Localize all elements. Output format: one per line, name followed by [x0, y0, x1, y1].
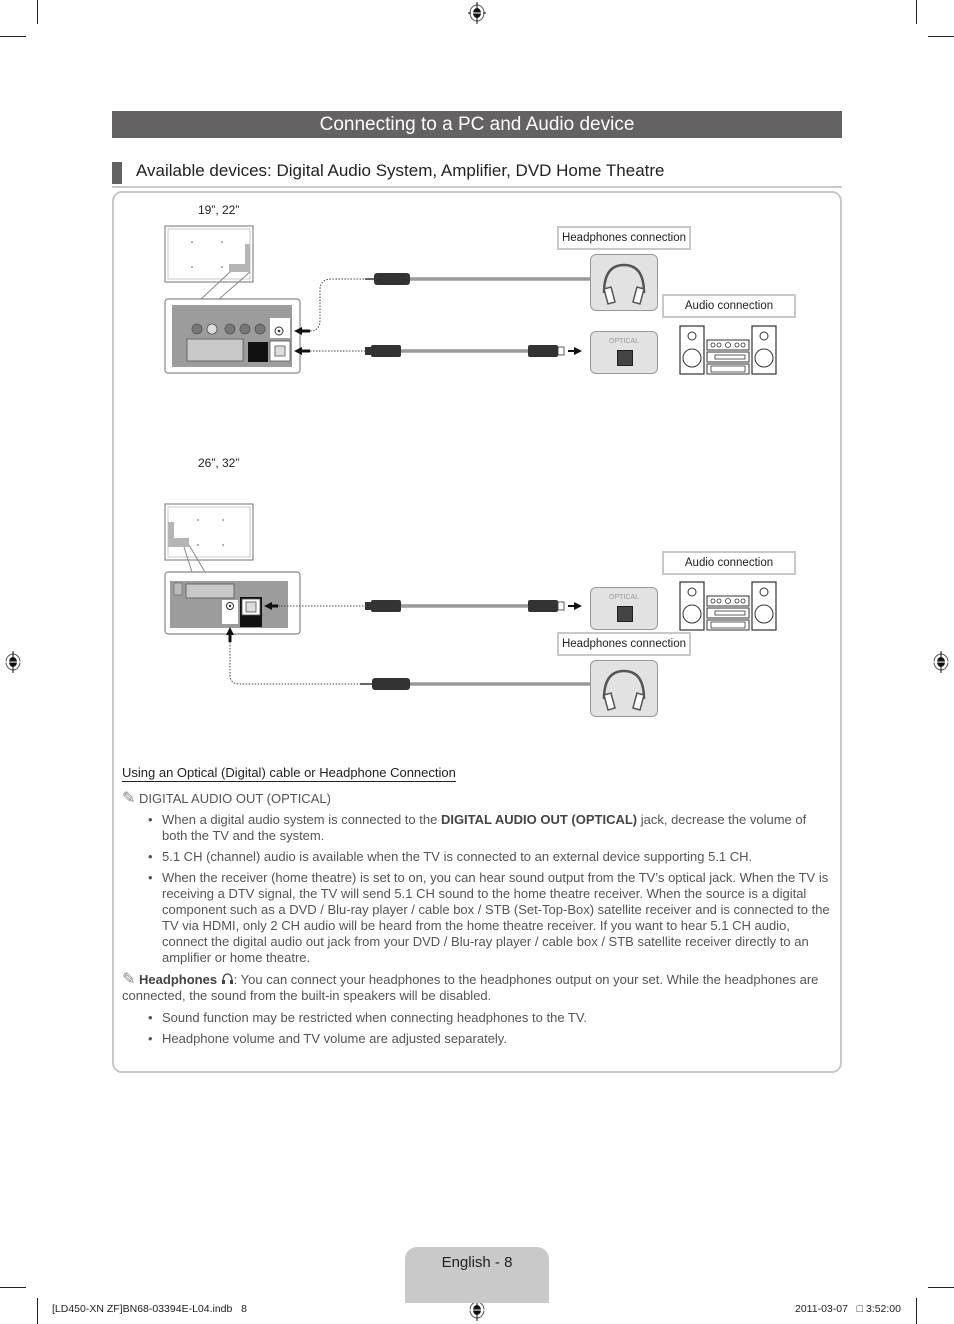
bullet-dot: •	[148, 812, 153, 827]
optical-port-icon	[617, 606, 633, 622]
audio-system-icon-top	[679, 325, 777, 375]
headphones-icon	[602, 263, 646, 305]
note-headphones: ✎ Headphones : You can connect your head…	[122, 971, 819, 1004]
crop-mark	[0, 36, 26, 37]
note-heading: DIGITAL AUDIO OUT (OPTICAL)	[139, 791, 331, 806]
tv-rear-diagram-top	[164, 225, 590, 374]
size-label-bottom: 26”, 32”	[198, 456, 240, 470]
optical-port-device-bottom: OPTICAL	[590, 587, 658, 630]
list-item: • When a digital audio system is connect…	[148, 812, 807, 843]
list-item: • Sound function may be restricted when …	[148, 1010, 587, 1025]
page-title: Connecting to a PC and Audio device	[112, 111, 842, 138]
headphones-device-bottom	[590, 660, 658, 717]
audio-connection-label-bottom: Audio connection	[662, 551, 796, 575]
headphones-connection-label-top: Headphones connection	[557, 226, 691, 250]
instructions-title: Using an Optical (Digital) cable or Head…	[122, 765, 456, 782]
crop-mark	[928, 36, 954, 37]
list-item: • 5.1 CH (channel) audio is available wh…	[148, 849, 753, 864]
file-info: [LD450-XN ZF]BN68-03394E-L04.indb 8	[52, 1303, 247, 1315]
optical-port-icon	[617, 350, 633, 366]
audio-connection-label-top: Audio connection	[662, 294, 796, 318]
optical-port-label: OPTICAL	[609, 338, 639, 345]
crop-mark	[0, 1287, 26, 1288]
audio-system-icon-bottom	[679, 581, 777, 631]
tv-back	[164, 225, 254, 283]
list-item: • When the receiver (home theatre) is se…	[148, 870, 830, 965]
crop-mark	[916, 1298, 917, 1324]
note-digital-audio-out: ✎ DIGITAL AUDIO OUT (OPTICAL)	[122, 791, 832, 807]
note-heading: Headphones	[139, 972, 218, 987]
pencil-note-icon: ✎	[122, 971, 136, 988]
headphones-connection-label-bottom: Headphones connection	[557, 632, 691, 656]
print-timestamp: 2011-03-07 □ 3:52:00	[795, 1303, 901, 1315]
headphones-device-top	[590, 254, 658, 311]
registration-mark-icon	[932, 651, 950, 673]
headphones-icon	[602, 669, 646, 711]
registration-mark-icon	[4, 651, 22, 673]
tv-rear-diagram-bottom	[164, 503, 590, 690]
optical-port-device-top: OPTICAL	[590, 331, 658, 374]
heading-marker	[112, 162, 122, 184]
list-item: • Headphone volume and TV volume are adj…	[148, 1031, 507, 1046]
size-label-top: 19”, 22”	[198, 203, 240, 217]
heading-text: Available devices: Digital Audio System,…	[136, 161, 665, 180]
bullet-dot: •	[148, 1031, 153, 1046]
bullet-dot: •	[148, 1010, 153, 1025]
optical-port-label: OPTICAL	[609, 594, 639, 601]
page-number-tab: English - 8	[405, 1247, 549, 1303]
section-heading: Available devices: Digital Audio System,…	[112, 160, 842, 188]
tv-back	[164, 503, 254, 561]
registration-mark-icon	[468, 2, 486, 24]
crop-mark	[928, 1287, 954, 1288]
crop-mark	[37, 0, 38, 24]
crop-mark	[916, 0, 917, 24]
bullet-dot: •	[148, 849, 153, 864]
pencil-note-icon: ✎	[122, 790, 136, 807]
headphones-icon	[221, 973, 233, 984]
crop-mark	[37, 1298, 38, 1324]
bullet-dot: •	[148, 870, 153, 885]
